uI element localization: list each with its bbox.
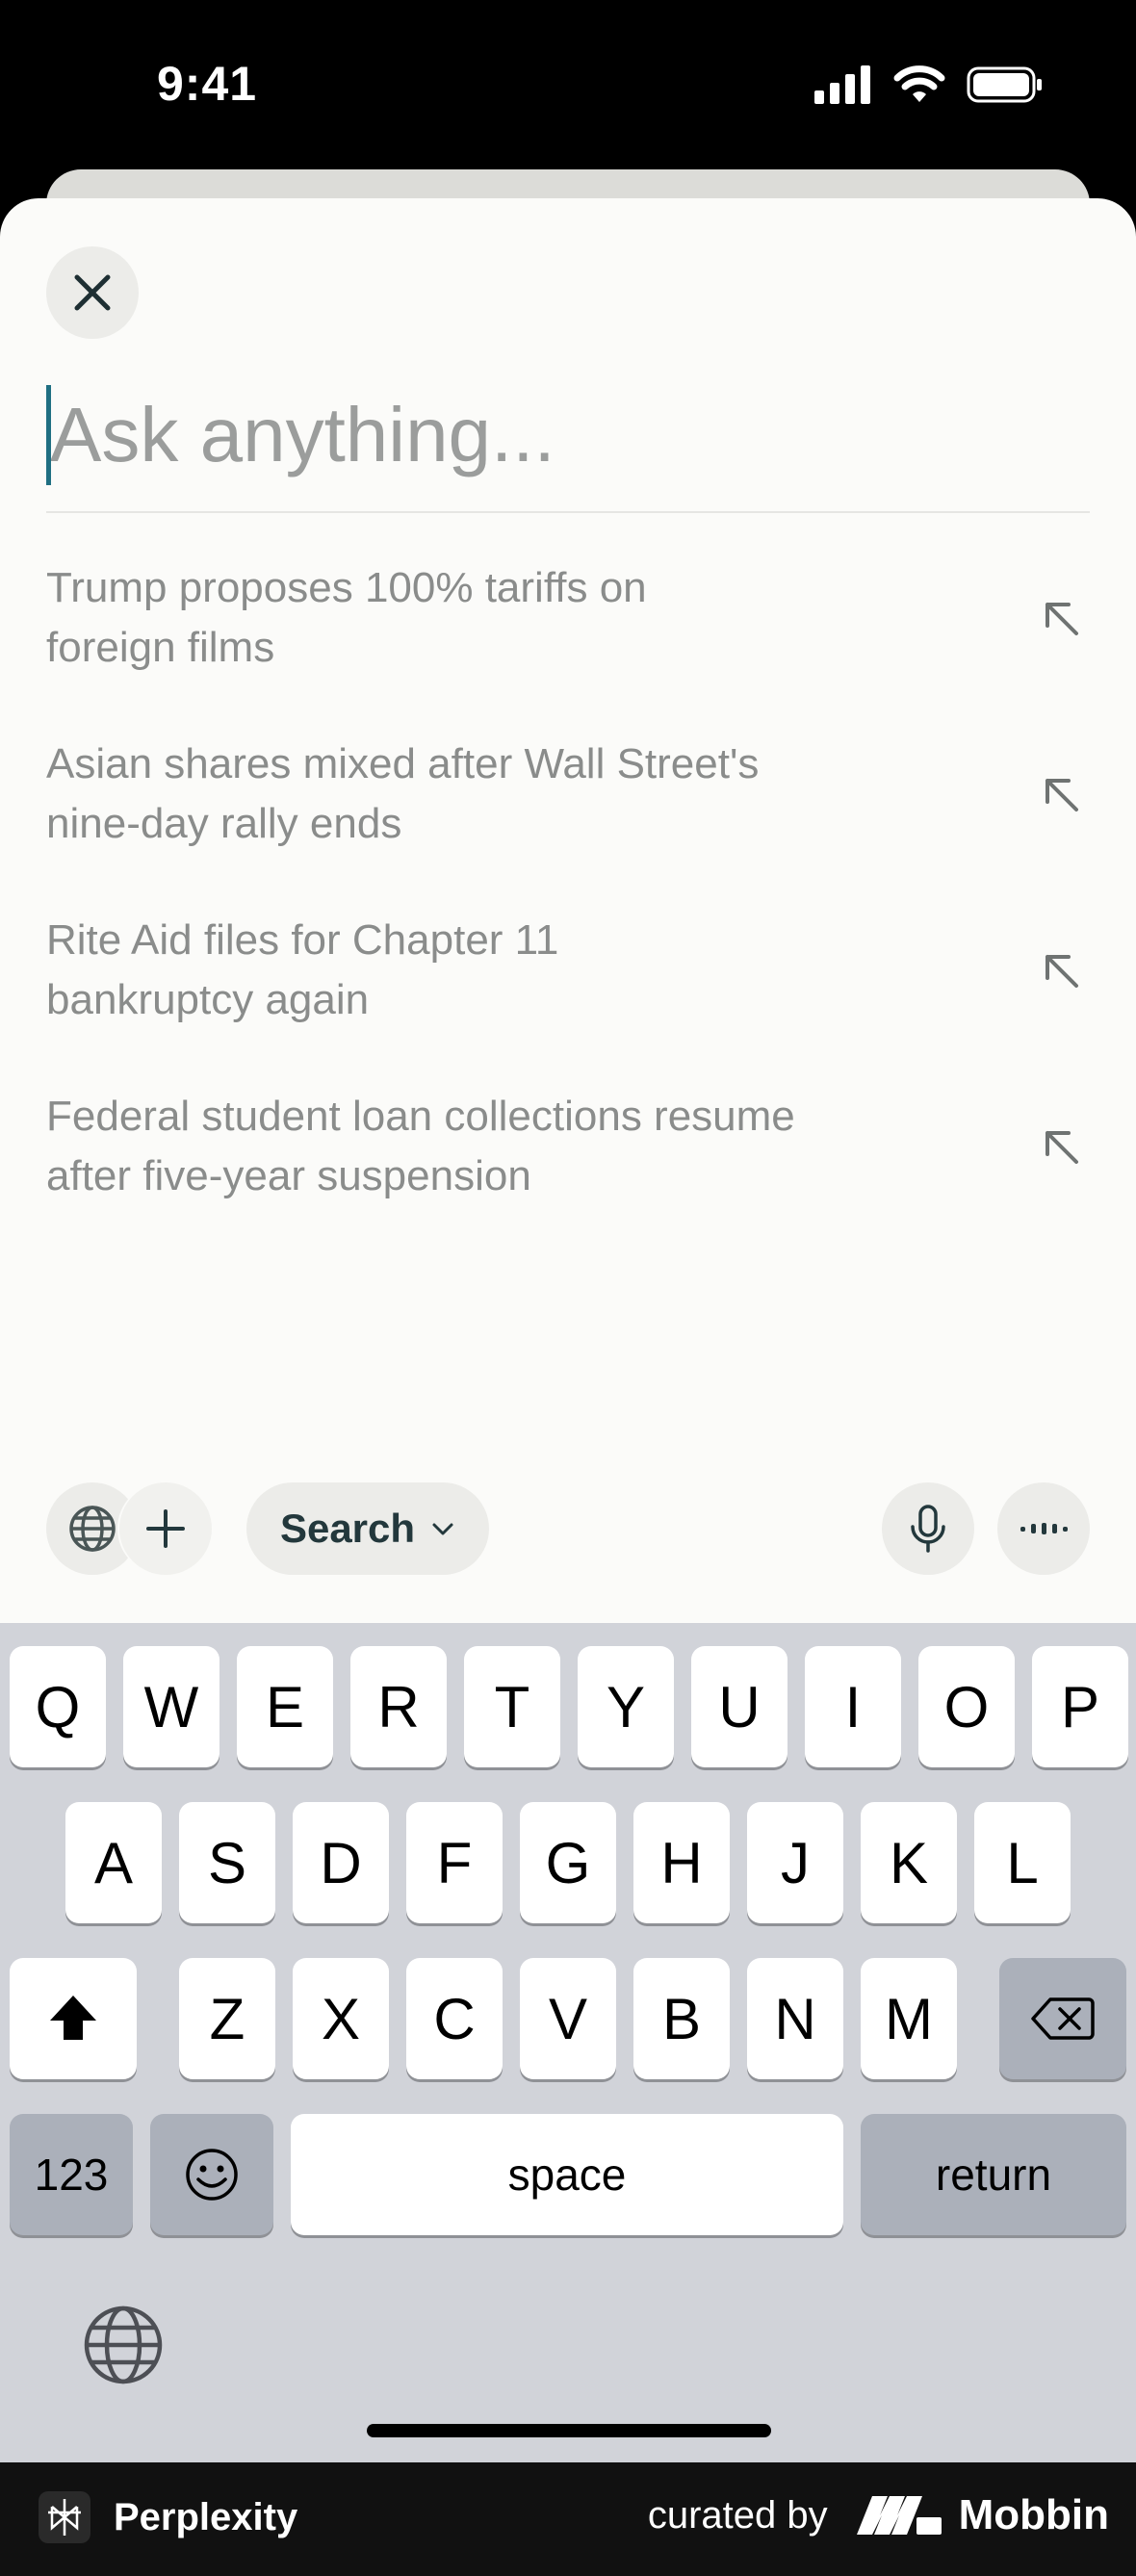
mode-selector[interactable]: Search (246, 1482, 489, 1575)
screen: 9:41 Ask anything... Trump proposes 100%… (0, 0, 1136, 2576)
key-v[interactable]: V (520, 1958, 616, 2079)
backspace-icon (1031, 1997, 1095, 2040)
suggestion-line: foreign films (46, 624, 275, 671)
suggestion-text: Trump proposes 100% tariffs on foreign f… (46, 558, 951, 678)
close-icon (74, 274, 111, 311)
key-c[interactable]: C (406, 1958, 503, 2079)
delete-key[interactable] (999, 1958, 1126, 2079)
plus-icon (146, 1509, 185, 1548)
curator-brand: curated by Mobbin (648, 2491, 1109, 2539)
battery-icon (967, 66, 1042, 103)
key-g[interactable]: G (520, 1802, 616, 1923)
key-a[interactable]: A (65, 1802, 162, 1923)
numbers-key[interactable]: 123 (10, 2114, 133, 2235)
search-input[interactable] (46, 377, 1090, 493)
voice-mode-button[interactable] (997, 1482, 1090, 1575)
input-toolbar: Search (46, 1482, 1090, 1575)
arrow-up-left-icon[interactable] (1040, 597, 1082, 639)
keyboard: Q W E R T Y U I O P A S D F G H J K L Z … (0, 1623, 1136, 2462)
key-f[interactable]: F (406, 1802, 503, 1923)
key-p[interactable]: P (1032, 1646, 1128, 1767)
key-e[interactable]: E (237, 1646, 333, 1767)
shift-icon (50, 1996, 96, 2040)
perplexity-logo-icon (39, 2491, 90, 2543)
key-u[interactable]: U (691, 1646, 787, 1767)
key-o[interactable]: O (918, 1646, 1015, 1767)
home-indicator[interactable] (367, 2424, 771, 2437)
key-i[interactable]: I (805, 1646, 901, 1767)
key-k[interactable]: K (861, 1802, 957, 1923)
suggestion-item[interactable]: Federal student loan collections resume … (46, 1087, 1090, 1263)
mobbin-wordmark: Mobbin (958, 2491, 1109, 2538)
key-t[interactable]: T (464, 1646, 560, 1767)
key-n[interactable]: N (747, 1958, 843, 2079)
arrow-up-left-icon[interactable] (1040, 949, 1082, 992)
key-h[interactable]: H (633, 1802, 730, 1923)
key-b[interactable]: B (633, 1958, 730, 2079)
status-bar: 9:41 (0, 0, 1136, 173)
wifi-icon (893, 65, 945, 102)
brand-footer: Perplexity curated by Mobbin (0, 2462, 1136, 2576)
key-d[interactable]: D (293, 1802, 389, 1923)
space-key[interactable]: space (291, 2114, 843, 2235)
key-w[interactable]: W (123, 1646, 219, 1767)
suggestion-line: Asian shares mixed after Wall Street's (46, 740, 760, 787)
key-r[interactable]: R (350, 1646, 447, 1767)
chevron-down-icon (432, 1523, 453, 1535)
globe-icon (69, 1506, 116, 1552)
search-input-wrap (46, 377, 1090, 512)
attach-button[interactable] (119, 1482, 212, 1575)
key-m[interactable]: M (861, 1958, 957, 2079)
arrow-up-left-icon[interactable] (1040, 1125, 1082, 1168)
cellular-signal-icon (814, 65, 870, 104)
suggestion-item[interactable]: Rite Aid files for Chapter 11 bankruptcy… (46, 911, 1090, 1087)
status-icons (814, 64, 1044, 106)
emoji-key[interactable] (150, 2114, 273, 2235)
mobbin-logo: Mobbin (856, 2491, 1109, 2539)
curated-by-label: curated by (647, 2493, 828, 2537)
suggestion-line: nine-day rally ends (46, 800, 402, 847)
suggestion-line: Rite Aid files for Chapter 11 (46, 916, 559, 964)
app-name: Perplexity (114, 2495, 298, 2538)
suggestion-line: Trump proposes 100% tariffs on (46, 564, 647, 611)
key-l[interactable]: L (974, 1802, 1071, 1923)
return-key[interactable]: return (861, 2114, 1126, 2235)
close-button[interactable] (46, 246, 139, 339)
key-x[interactable]: X (293, 1958, 389, 2079)
suggestion-line: bankruptcy again (46, 976, 370, 1023)
key-y[interactable]: Y (578, 1646, 674, 1767)
suggestion-text: Asian shares mixed after Wall Street's n… (46, 734, 951, 854)
suggestion-line: Federal student loan collections resume (46, 1093, 795, 1140)
key-j[interactable]: J (747, 1802, 843, 1923)
mobbin-logo-icon (856, 2496, 942, 2535)
suggestion-item[interactable]: Trump proposes 100% tariffs on foreign f… (46, 558, 1090, 734)
app-brand: Perplexity (39, 2491, 297, 2543)
suggestion-text: Rite Aid files for Chapter 11 bankruptcy… (46, 911, 951, 1030)
keyboard-globe-icon[interactable] (83, 2305, 164, 2385)
key-s[interactable]: S (179, 1802, 275, 1923)
shift-key[interactable] (10, 1958, 137, 2079)
emoji-icon (186, 2149, 238, 2201)
input-divider (46, 511, 1090, 513)
voice-wave-icon (1020, 1523, 1068, 1534)
status-time: 9:41 (157, 57, 258, 111)
arrow-up-left-icon[interactable] (1040, 773, 1082, 815)
suggestion-text: Federal student loan collections resume … (46, 1087, 951, 1206)
key-z[interactable]: Z (179, 1958, 275, 2079)
microphone-icon (911, 1505, 945, 1553)
suggestion-item[interactable]: Asian shares mixed after Wall Street's n… (46, 734, 1090, 911)
suggestion-line: after five-year suspension (46, 1152, 531, 1199)
text-cursor (46, 385, 51, 485)
suggestion-list: Trump proposes 100% tariffs on foreign f… (46, 558, 1090, 1263)
mode-label: Search (279, 1506, 416, 1551)
key-q[interactable]: Q (10, 1646, 106, 1767)
dictation-button[interactable] (882, 1482, 974, 1575)
